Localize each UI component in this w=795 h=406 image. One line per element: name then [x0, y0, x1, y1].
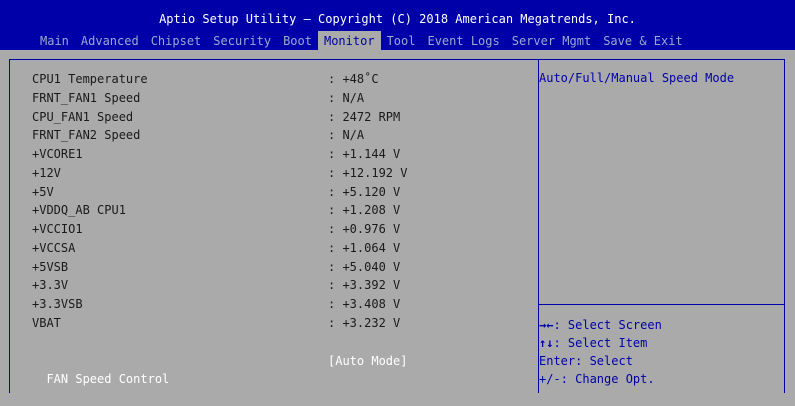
reading-label: +3.3V	[32, 278, 69, 293]
reading-label: +VDDQ_AB CPU1	[32, 203, 126, 218]
key-desc: : Change Opt.	[560, 372, 655, 386]
reading-value: : N/A	[328, 90, 365, 105]
tab-tool[interactable]: Tool	[381, 31, 422, 51]
reading-value: : +3.408 V	[328, 297, 401, 311]
tab-security[interactable]: Security	[207, 31, 277, 51]
fan-speed-control-value[interactable]: [Auto Mode]	[328, 352, 407, 370]
tab-main[interactable]: Main	[34, 31, 75, 51]
key-desc: : Select Item	[553, 336, 648, 350]
reading-value: : +5.040 V	[328, 259, 401, 274]
key-desc: : Select Screen	[553, 318, 662, 332]
key-name: Enter	[539, 354, 576, 368]
fan-speed-control-label: FAN Speed Control	[46, 372, 170, 386]
tab-server-mgmt[interactable]: Server Mgmt	[506, 31, 597, 51]
reading-label: +5V	[32, 184, 54, 199]
tab-monitor[interactable]: Monitor	[317, 31, 381, 51]
fan-speed-control-option[interactable]: FAN Speed Control [Auto Mode]	[32, 352, 407, 386]
reading-label: +5VSB	[32, 259, 69, 274]
reading-value: : +48˚C	[328, 72, 379, 86]
reading-label: +VCCSA	[32, 240, 76, 255]
left-right-arrows-icon: →←	[539, 318, 554, 332]
menu-bar: Main Advanced Chipset Security Boot Moni…	[34, 31, 689, 51]
reading-value: : +1.144 V	[328, 147, 401, 161]
reading-label: CPU1 Temperature	[32, 72, 148, 86]
reading-value: : +3.232 V	[328, 315, 401, 330]
reading-value: : +1.208 V	[328, 203, 401, 218]
help-description: Auto/Full/Manual Speed Mode	[539, 71, 735, 85]
up-down-arrows-icon: ↑↓	[539, 336, 554, 350]
tab-save-exit[interactable]: Save & Exit	[597, 31, 688, 51]
reading-value: : +0.976 V	[328, 222, 401, 236]
reading-label: +3.3VSB	[32, 297, 83, 311]
reading-label: +12V	[32, 165, 61, 180]
key-enter: Enter: Select	[539, 352, 662, 370]
key-select-item: ↑↓: Select Item	[539, 334, 662, 352]
header-bar: Aptio Setup Utility – Copyright (C) 2018…	[0, 0, 795, 51]
reading-label: VBAT	[32, 315, 61, 330]
tab-boot[interactable]: Boot	[277, 31, 318, 51]
reading-value: : +12.192 V	[328, 165, 408, 180]
key-desc: : Select	[575, 354, 633, 368]
tab-event-logs[interactable]: Event Logs	[421, 31, 505, 51]
tab-chipset[interactable]: Chipset	[145, 31, 208, 51]
key-help-divider	[538, 304, 785, 305]
reading-label: CPU_FAN1 Speed	[32, 109, 134, 124]
key-select-screen: →←: Select Screen	[539, 316, 662, 334]
tab-advanced[interactable]: Advanced	[75, 31, 145, 51]
reading-value: : N/A	[328, 128, 365, 143]
reading-value: : +5.120 V	[328, 184, 401, 199]
app-title: Aptio Setup Utility – Copyright (C) 2018…	[159, 12, 636, 26]
key-name: +/-	[539, 372, 561, 386]
key-change-opt: +/-: Change Opt.	[539, 370, 662, 388]
reading-value: : +3.392 V	[328, 278, 401, 293]
reading-label: FRNT_FAN2 Speed	[32, 128, 141, 143]
reading-label: FRNT_FAN1 Speed	[32, 90, 141, 105]
reading-label: +VCORE1	[32, 147, 83, 161]
reading-label: +VCCIO1	[32, 222, 83, 236]
reading-value: : 2472 RPM	[328, 109, 401, 124]
key-legend: →←: Select Screen ↑↓: Select Item Enter:…	[539, 316, 662, 388]
reading-value: : +1.064 V	[328, 240, 401, 255]
